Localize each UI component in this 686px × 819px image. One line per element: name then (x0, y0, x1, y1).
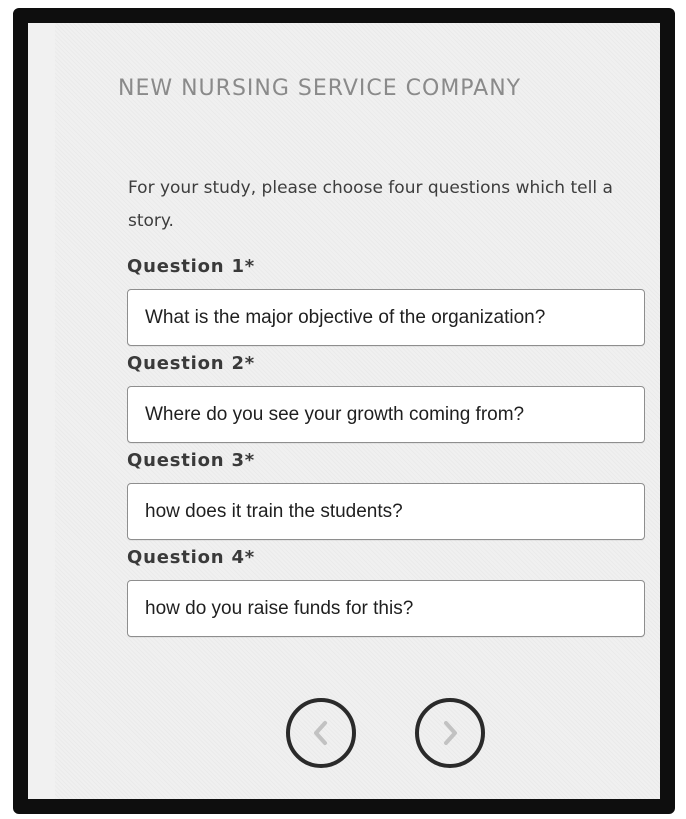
question-2-label: Question 2* (127, 353, 255, 374)
instructions-text: For your study, please choose four quest… (128, 178, 613, 231)
chevron-right-icon (444, 721, 457, 745)
question-1-label: Question 1* (127, 256, 255, 277)
question-3-label: Question 3* (127, 450, 255, 471)
screenshot-frame: NEW NURSING SERVICE COMPANY For your stu… (13, 8, 675, 814)
question-4-label: Question 4* (127, 547, 255, 568)
question-3-input[interactable] (127, 483, 645, 540)
page-title: NEW NURSING SERVICE COMPANY (118, 76, 522, 101)
next-button[interactable] (415, 698, 485, 768)
question-4-input[interactable] (127, 580, 645, 637)
form-panel: NEW NURSING SERVICE COMPANY For your stu… (55, 23, 660, 799)
previous-button[interactable] (286, 698, 356, 768)
chevron-left-icon (314, 721, 327, 745)
question-2-input[interactable] (127, 386, 645, 443)
question-1-input[interactable] (127, 289, 645, 346)
